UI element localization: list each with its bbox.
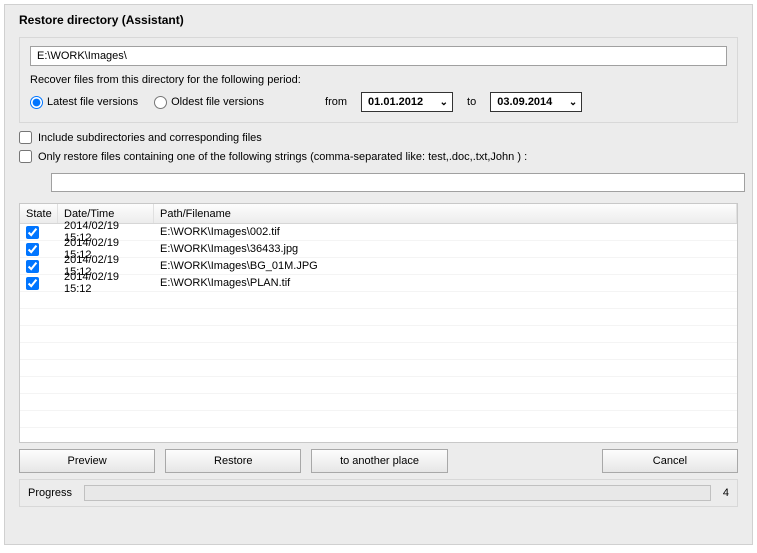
chevron-down-icon: ⌄ <box>438 97 450 108</box>
row-path: E:\WORK\Images\36433.jpg <box>154 243 737 255</box>
directory-path-input[interactable] <box>30 46 727 66</box>
row-checkbox[interactable] <box>26 260 39 273</box>
only-restore-checkbox[interactable] <box>19 150 32 163</box>
latest-versions-radio[interactable]: Latest file versions <box>30 96 138 109</box>
row-path: E:\WORK\Images\BG_01M.JPG <box>154 260 737 272</box>
latest-versions-label: Latest file versions <box>47 96 138 108</box>
row-state-cell <box>20 243 58 256</box>
empty-row <box>20 377 737 394</box>
date-range: from 01.01.2012 ⌄ to 03.09.2014 ⌄ <box>325 92 582 112</box>
progress-count: 4 <box>723 487 729 499</box>
preview-button[interactable]: Preview <box>19 449 155 473</box>
date-from-value: 01.01.2012 <box>368 96 423 108</box>
row-datetime: 2014/02/19 15:12 <box>58 271 154 295</box>
row-path: E:\WORK\Images\002.tif <box>154 226 737 238</box>
filter-strings-input[interactable] <box>51 173 745 192</box>
date-from-select[interactable]: 01.01.2012 ⌄ <box>361 92 453 112</box>
from-label: from <box>325 96 347 108</box>
empty-row <box>20 309 737 326</box>
oldest-versions-label: Oldest file versions <box>171 96 264 108</box>
restore-panel: Restore directory (Assistant) Recover fi… <box>4 4 753 545</box>
chevron-down-icon: ⌄ <box>567 97 579 108</box>
version-radio-row: Latest file versions Oldest file version… <box>30 92 727 112</box>
include-subdirs-checkbox[interactable] <box>19 131 32 144</box>
date-to-value: 03.09.2014 <box>497 96 552 108</box>
date-to-select[interactable]: 03.09.2014 ⌄ <box>490 92 582 112</box>
only-restore-label: Only restore files containing one of the… <box>38 151 527 163</box>
options-group: Recover files from this directory for th… <box>19 37 738 123</box>
action-buttons: Preview Restore to another place Cancel <box>19 449 738 473</box>
panel-title: Restore directory (Assistant) <box>5 7 752 37</box>
table-row[interactable]: 2014/02/19 15:12E:\WORK\Images\PLAN.tif <box>20 275 737 292</box>
row-checkbox[interactable] <box>26 277 39 290</box>
col-header-path[interactable]: Path/Filename <box>154 204 737 223</box>
to-label: to <box>467 96 476 108</box>
empty-row <box>20 326 737 343</box>
row-checkbox[interactable] <box>26 226 39 239</box>
table-body: 2014/02/19 15:12 E:\WORK\Images\002.tif 20… <box>20 224 737 443</box>
row-state-cell <box>20 260 58 273</box>
only-restore-row: Only restore files containing one of the… <box>19 150 738 163</box>
progress-row: Progress 4 <box>19 479 738 507</box>
include-subdirs-label: Include subdirectories and corresponding… <box>38 132 262 144</box>
to-another-place-button[interactable]: to another place <box>311 449 447 473</box>
recover-period-label: Recover files from this directory for th… <box>30 74 727 86</box>
empty-row <box>20 394 737 411</box>
row-state-cell <box>20 226 58 239</box>
col-header-state[interactable]: State <box>20 204 58 223</box>
progress-bar <box>84 485 711 501</box>
row-path: E:\WORK\Images\PLAN.tif <box>154 277 737 289</box>
row-checkbox[interactable] <box>26 243 39 256</box>
oldest-versions-radio[interactable]: Oldest file versions <box>154 96 264 109</box>
progress-label: Progress <box>28 487 72 499</box>
file-table: State Date/Time Path/Filename 2014/02/19… <box>19 203 738 443</box>
cancel-button[interactable]: Cancel <box>602 449 738 473</box>
row-state-cell <box>20 277 58 290</box>
oldest-versions-radio-input[interactable] <box>154 96 167 109</box>
empty-row <box>20 428 737 443</box>
empty-row <box>20 360 737 377</box>
empty-row <box>20 343 737 360</box>
empty-row <box>20 411 737 428</box>
restore-button[interactable]: Restore <box>165 449 301 473</box>
include-subdirs-row: Include subdirectories and corresponding… <box>19 131 738 144</box>
latest-versions-radio-input[interactable] <box>30 96 43 109</box>
